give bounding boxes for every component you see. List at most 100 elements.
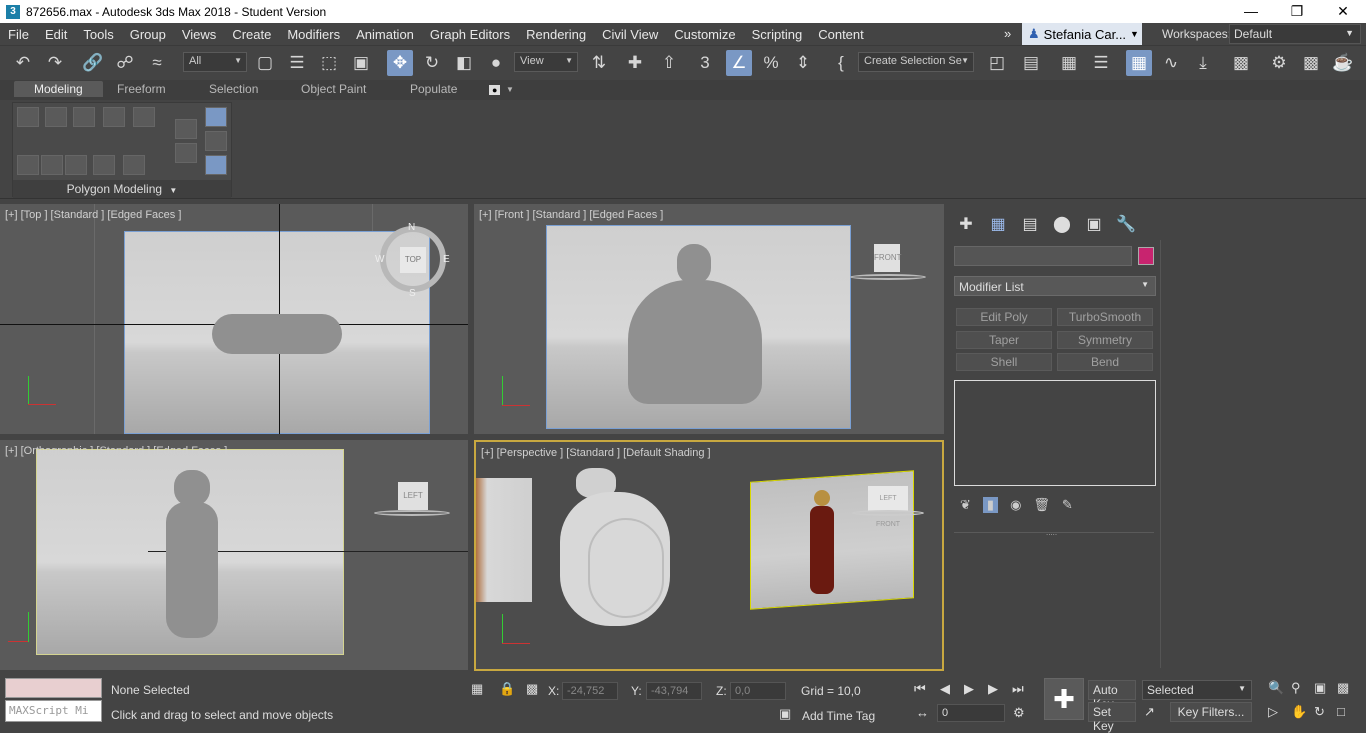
menu-animation[interactable]: Animation xyxy=(348,27,422,42)
modifier-stack[interactable] xyxy=(954,380,1156,486)
create-tab-icon[interactable]: ✚ xyxy=(950,208,982,240)
schematic-view-icon[interactable]: ⤓ xyxy=(1190,50,1216,76)
viewport-label-persp[interactable]: [+] [Perspective ] [Standard ] [Default … xyxy=(481,447,711,459)
menu-edit[interactable]: Edit xyxy=(37,27,75,42)
maxscript-listener-output[interactable] xyxy=(5,678,102,698)
configure-modifier-sets-icon[interactable]: ✎ xyxy=(1062,497,1073,513)
window-crossing-icon[interactable]: ▣ xyxy=(348,50,374,76)
edit-poly-button[interactable]: Edit Poly xyxy=(956,308,1052,326)
show-end-result-icon[interactable]: ▮ xyxy=(982,497,999,513)
set-keys-icon[interactable]: ✚ xyxy=(1044,678,1084,720)
time-configuration-icon[interactable]: ⚙ xyxy=(1013,705,1025,721)
viewcube[interactable]: LEFT xyxy=(398,482,428,510)
motion-tab-icon[interactable]: ⬤ xyxy=(1046,208,1078,240)
maximize-viewport-icon[interactable]: □ xyxy=(1337,704,1345,719)
perfume-bottle-cap[interactable] xyxy=(677,244,711,284)
menu-create[interactable]: Create xyxy=(224,27,279,42)
key-selection-dropdown[interactable]: Selected ▼ xyxy=(1142,680,1252,700)
select-by-name-icon[interactable]: ☰ xyxy=(284,50,310,76)
tab-object-paint[interactable]: Object Paint xyxy=(301,82,366,96)
bind-space-warp-icon[interactable]: ≈ xyxy=(144,50,170,76)
element-icon[interactable] xyxy=(133,107,155,127)
viewport-label-top[interactable]: [+] [Top ] [Standard ] [Edged Faces ] xyxy=(5,209,181,221)
collapse-stack-icon[interactable] xyxy=(175,119,197,139)
menu-modifiers[interactable]: Modifiers xyxy=(279,27,348,42)
menu-content[interactable]: Content xyxy=(810,27,872,42)
toggle-command-panel-icon[interactable] xyxy=(205,155,227,175)
add-time-tag[interactable]: Add Time Tag xyxy=(802,709,875,723)
menu-graph-editors[interactable]: Graph Editors xyxy=(422,27,518,42)
shell-button[interactable]: Shell xyxy=(956,353,1052,371)
reference-coordinate-dropdown[interactable]: View ▼ xyxy=(514,52,578,72)
link-icon[interactable]: 🔗 xyxy=(80,50,106,76)
menu-overflow-icon[interactable]: » xyxy=(1004,26,1011,41)
hierarchy-tab-icon[interactable]: ▤ xyxy=(1014,208,1046,240)
tab-selection[interactable]: Selection xyxy=(209,82,258,96)
rectangular-selection-icon[interactable]: ⬚ xyxy=(316,50,342,76)
vertex-icon[interactable] xyxy=(17,107,39,127)
menu-file[interactable]: File xyxy=(0,27,37,42)
edit-named-selection-icon[interactable]: { xyxy=(828,50,854,76)
repeat-last-icon[interactable] xyxy=(205,131,227,151)
ribbon-options-icon[interactable]: ● xyxy=(489,85,501,95)
absolute-mode-icon[interactable]: ▩ xyxy=(526,681,538,697)
layer-explorer-icon[interactable]: ☰ xyxy=(1088,50,1114,76)
viewport-top[interactable]: [+] [Top ] [Standard ] [Edged Faces ] TO… xyxy=(0,204,468,434)
border-icon[interactable] xyxy=(73,107,95,127)
command-panel-scrollbar[interactable] xyxy=(1160,240,1161,668)
perfume-bottle-mesh[interactable] xyxy=(628,280,762,404)
tab-populate[interactable]: Populate xyxy=(410,82,457,96)
align-icon[interactable]: ▤ xyxy=(1018,50,1044,76)
menu-customize[interactable]: Customize xyxy=(666,27,743,42)
zoom-all-icon[interactable]: ⚲ xyxy=(1291,680,1301,696)
set-key-button[interactable]: Set Key xyxy=(1088,702,1136,733)
previous-frame-icon[interactable]: ◀ xyxy=(940,681,950,697)
keyboard-shortcut-icon[interactable]: ⇧ xyxy=(656,50,682,76)
use-displacement-icon[interactable] xyxy=(205,107,227,127)
taper-button[interactable]: Taper xyxy=(956,331,1052,349)
edge-icon[interactable] xyxy=(45,107,67,127)
menu-civil-view[interactable]: Civil View xyxy=(594,27,666,42)
selection-lock-icon[interactable]: 🔒 xyxy=(499,681,515,697)
current-frame-field[interactable]: 0 xyxy=(937,704,1005,722)
zoom-extents-icon[interactable]: ▣ xyxy=(1314,680,1326,696)
material-editor-icon[interactable]: ▩ xyxy=(1228,50,1254,76)
redo-icon[interactable]: ↷ xyxy=(42,50,68,76)
select-and-scale-icon[interactable]: ◧ xyxy=(451,50,477,76)
mirror-icon[interactable]: ◰ xyxy=(984,50,1010,76)
user-account-menu[interactable]: ♟ Stefania Car... ▼ xyxy=(1022,23,1142,45)
polygon-modeling-dropdown[interactable]: Polygon Modeling ▼ xyxy=(13,180,231,198)
make-unique-icon[interactable]: ◉ xyxy=(1010,497,1021,513)
remove-modifier-icon[interactable]: 🗑 xyxy=(1033,497,1050,513)
time-tag-icon[interactable]: ▣ xyxy=(779,706,791,722)
object-name-field[interactable] xyxy=(954,246,1132,266)
undo-icon[interactable]: ↶ xyxy=(10,50,36,76)
select-and-move-icon[interactable]: ✥ xyxy=(387,50,413,76)
perfume-bottle-mesh[interactable] xyxy=(212,314,342,354)
zoom-icon[interactable]: 🔍 xyxy=(1268,680,1284,696)
orbit-icon[interactable]: ↻ xyxy=(1314,704,1325,720)
tab-freeform[interactable]: Freeform xyxy=(117,82,166,96)
symmetry-button[interactable]: Symmetry xyxy=(1057,331,1153,349)
viewport-orthographic[interactable]: [+] [Orthographic ] [Standard ] [Edged F… xyxy=(0,440,468,670)
snaps-toggle-icon[interactable]: 3 xyxy=(692,50,718,76)
next-frame-icon[interactable]: ▶ xyxy=(988,681,998,697)
select-object-icon[interactable]: ▢ xyxy=(252,50,278,76)
display-tab-icon[interactable]: ▣ xyxy=(1078,208,1110,240)
rendered-frame-window-icon[interactable]: ▩ xyxy=(1298,50,1324,76)
menu-tools[interactable]: Tools xyxy=(75,27,121,42)
viewport-perspective[interactable]: [+] [Perspective ] [Standard ] [Default … xyxy=(474,440,944,671)
workspace-dropdown[interactable]: Default ▼ xyxy=(1229,24,1361,44)
curve-editor-icon[interactable]: ∿ xyxy=(1158,50,1184,76)
preserve-uvs-icon[interactable] xyxy=(93,155,115,175)
viewport-front[interactable]: [+] [Front ] [Standard ] [Edged Faces ] … xyxy=(474,204,944,434)
bend-button[interactable]: Bend xyxy=(1057,353,1153,371)
percent-snap-icon[interactable]: % xyxy=(758,50,784,76)
rollout-grip[interactable]: ..... xyxy=(1046,528,1057,537)
play-icon[interactable]: ▶ xyxy=(964,681,974,697)
utilities-tab-icon[interactable]: 🔧 xyxy=(1110,208,1142,240)
render-production-icon[interactable]: ☕ xyxy=(1330,50,1356,76)
x-coordinate-field[interactable]: -24,752 xyxy=(562,682,618,700)
isolate-selection-icon[interactable]: ▦ xyxy=(471,681,483,697)
viewcube[interactable]: LEFT FRONT xyxy=(868,486,908,528)
